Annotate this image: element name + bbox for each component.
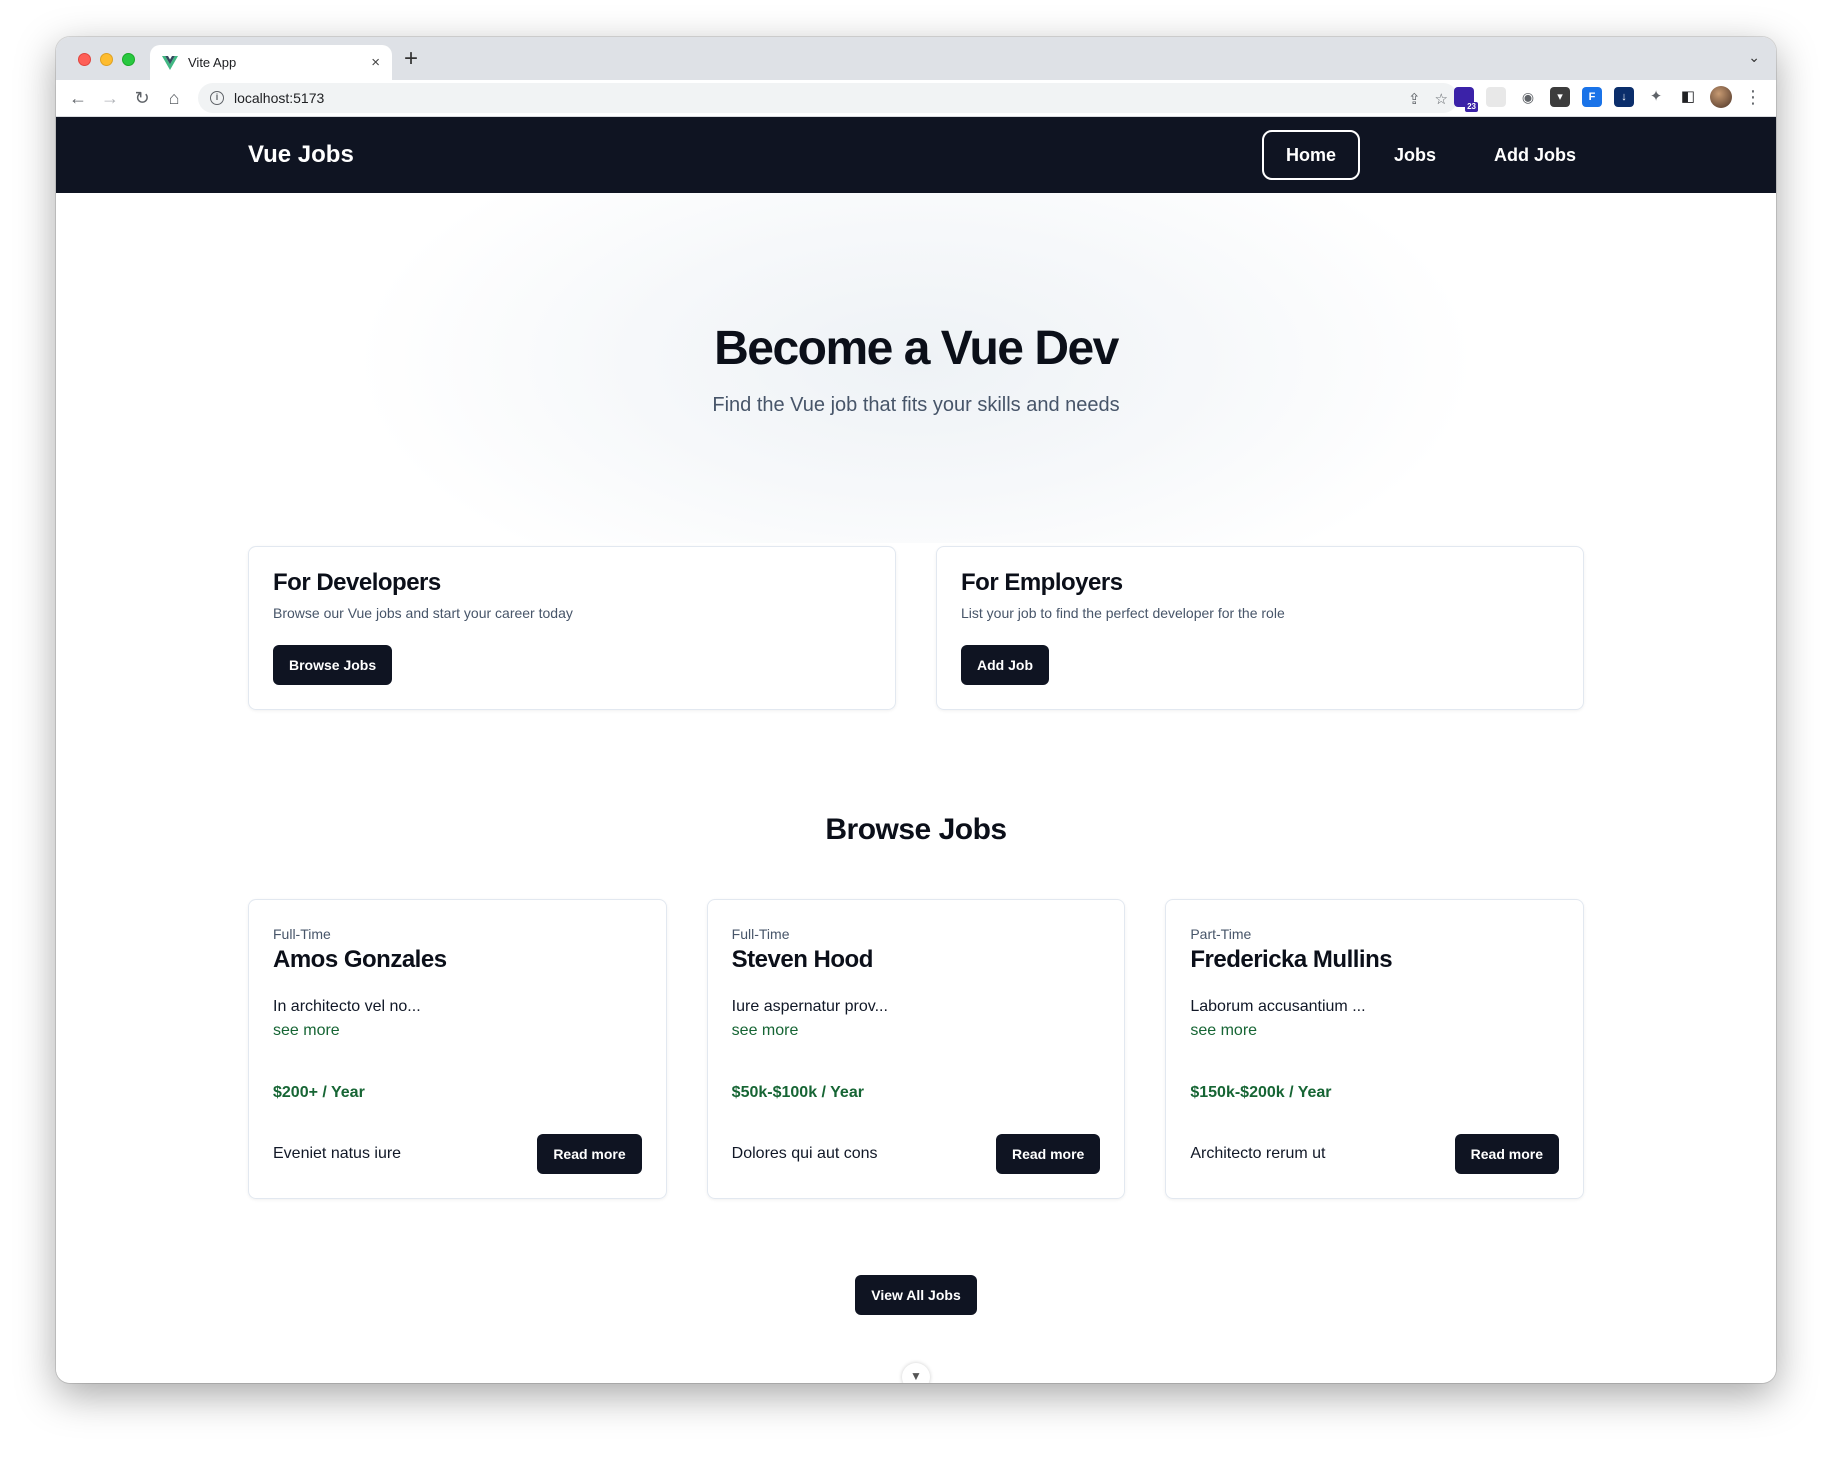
info-cards: For Developers Browse our Vue jobs and s…: [248, 546, 1584, 710]
tab-search-icon[interactable]: ⌄: [1748, 49, 1760, 66]
url-text: localhost:5173: [234, 90, 325, 106]
view-all-jobs-button[interactable]: View All Jobs: [855, 1275, 977, 1315]
menu-kebab-icon[interactable]: ⋮: [1744, 88, 1762, 106]
window-controls: [78, 53, 135, 66]
extension-graduation-icon[interactable]: 23: [1454, 87, 1478, 112]
home-icon[interactable]: ⌂: [158, 88, 190, 109]
job-location: Dolores qui aut cons: [731, 1145, 878, 1162]
profile-avatar[interactable]: [1710, 86, 1732, 108]
maximize-window-button[interactable]: [122, 53, 135, 66]
browser-toolbar: ← → ↻ ⌂ i localhost:5173 ⇪ ☆ 23 ◉ ▾ F ↓ …: [56, 80, 1776, 117]
scroll-down-icon[interactable]: ▼: [902, 1363, 930, 1383]
see-more-link[interactable]: see more: [732, 1022, 1101, 1040]
browse-jobs-heading: Browse Jobs: [825, 813, 1007, 846]
job-card: Full-Time Steven Hood Iure aspernatur pr…: [706, 899, 1126, 1199]
job-title: Steven Hood: [731, 946, 874, 973]
nav-link-add-jobs[interactable]: Add Jobs: [1470, 130, 1600, 180]
developers-card: For Developers Browse our Vue jobs and s…: [248, 546, 896, 710]
job-description: Laborum accusantium ...: [1190, 998, 1366, 1015]
nav-link-home[interactable]: Home: [1261, 130, 1360, 180]
minimize-window-button[interactable]: [100, 53, 113, 66]
tab-close-icon[interactable]: ×: [371, 54, 380, 71]
read-more-button[interactable]: Read more: [995, 1134, 1101, 1174]
browser-window: Vite App × + ⌄ ← → ↻ ⌂ i localhost:5173 …: [56, 37, 1776, 1383]
shield-icon[interactable]: ▾: [1550, 87, 1570, 107]
job-location: Architecto rerum ut: [1190, 1145, 1326, 1162]
extension-f-icon[interactable]: F: [1582, 87, 1602, 107]
see-more-link[interactable]: see more: [273, 1022, 642, 1040]
job-type: Part-Time: [1190, 926, 1252, 942]
camera-icon[interactable]: ◉: [1518, 87, 1538, 107]
hero-subtitle: Find the Vue job that fits your skills a…: [712, 394, 1120, 416]
tab-title: Vite App: [188, 55, 237, 70]
employers-card: For Employers List your job to find the …: [936, 546, 1584, 710]
back-icon[interactable]: ←: [62, 88, 94, 109]
job-description: Iure aspernatur prov...: [731, 998, 888, 1015]
job-title: Amos Gonzales: [273, 946, 447, 973]
hero-title: Become a Vue Dev: [714, 322, 1119, 375]
read-more-button[interactable]: Read more: [1454, 1134, 1560, 1174]
tab-strip: Vite App × + ⌄: [56, 37, 1776, 80]
bookmark-star-icon[interactable]: ☆: [1435, 90, 1448, 108]
close-window-button[interactable]: [78, 53, 91, 66]
developers-card-text: Browse our Vue jobs and start your caree…: [273, 605, 573, 621]
address-bar[interactable]: i localhost:5173 ⇪ ☆: [198, 83, 1458, 113]
developers-card-title: For Developers: [273, 569, 441, 596]
job-card: Full-Time Amos Gonzales In architecto ve…: [248, 899, 667, 1199]
view-all-container: View All Jobs: [56, 1275, 1776, 1315]
job-type: Full-Time: [273, 926, 331, 942]
forward-icon[interactable]: →: [94, 88, 126, 109]
site-navbar: Vue Jobs Home Jobs Add Jobs: [56, 117, 1776, 193]
brand-logo-text[interactable]: Vue Jobs: [248, 141, 354, 169]
page-content: Vue Jobs Home Jobs Add Jobs Become a Vue…: [56, 117, 1776, 1383]
puzzle-icon[interactable]: ✦: [1646, 87, 1666, 107]
extension-blank-icon[interactable]: [1486, 87, 1506, 107]
share-icon[interactable]: ⇪: [1408, 90, 1421, 108]
add-job-button[interactable]: Add Job: [961, 645, 1049, 685]
site-info-icon[interactable]: i: [210, 91, 224, 105]
side-panel-icon[interactable]: ◧: [1678, 87, 1698, 107]
extension-badge: 23: [1465, 102, 1478, 112]
job-location: Eveniet natus iure: [273, 1145, 402, 1162]
job-card: Part-Time Fredericka Mullins Laborum acc…: [1165, 899, 1585, 1199]
browse-jobs-button[interactable]: Browse Jobs: [273, 645, 393, 685]
job-title: Fredericka Mullins: [1190, 946, 1393, 973]
job-description: In architecto vel no...: [273, 998, 421, 1015]
nav-links: Home Jobs Add Jobs: [1261, 130, 1600, 180]
job-salary: $200+ / Year: [273, 1084, 365, 1101]
job-listings: Full-Time Amos Gonzales In architecto ve…: [248, 899, 1585, 1199]
extensions-area: 23 ◉ ▾ F ↓ ✦ ◧ ⋮: [1454, 86, 1762, 112]
hero-section: Become a Vue Dev Find the Vue job that f…: [56, 193, 1776, 543]
job-salary: $150k-$200k / Year: [1190, 1084, 1332, 1101]
read-more-button[interactable]: Read more: [537, 1134, 642, 1174]
employers-card-text: List your job to find the perfect develo…: [961, 605, 1285, 621]
vue-logo-icon: [162, 55, 178, 70]
reload-icon[interactable]: ↻: [126, 88, 158, 109]
see-more-link[interactable]: see more: [1190, 1022, 1559, 1040]
employers-card-title: For Employers: [961, 569, 1123, 596]
browser-tab[interactable]: Vite App ×: [150, 45, 392, 80]
nav-link-jobs[interactable]: Jobs: [1370, 130, 1460, 180]
new-tab-button[interactable]: +: [404, 46, 418, 72]
job-type: Full-Time: [731, 926, 790, 942]
download-icon[interactable]: ↓: [1614, 87, 1634, 107]
job-salary: $50k-$100k / Year: [731, 1084, 864, 1101]
